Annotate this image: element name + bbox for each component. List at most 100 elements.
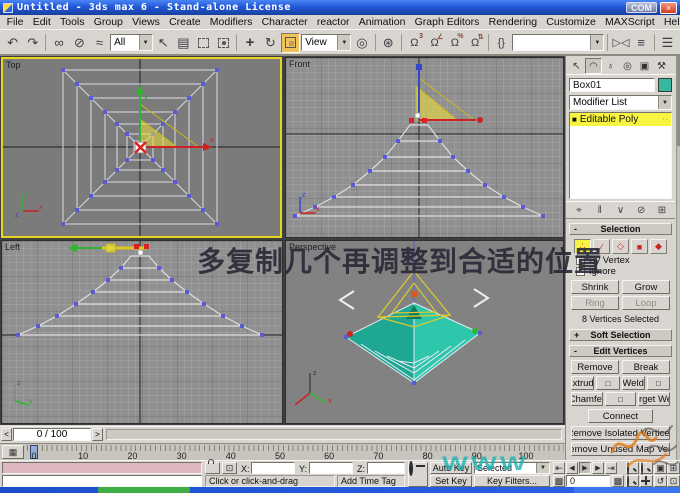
chevron-down-icon[interactable]: ▼ [337, 35, 350, 50]
modifier-list-dropdown[interactable]: Modifier List ▼ [569, 95, 672, 110]
set-key-button[interactable]: Set Key [430, 475, 472, 487]
panel-tab[interactable]: ⚒ [653, 58, 670, 74]
viewport-front[interactable]: Front [285, 57, 564, 238]
menu-item[interactable]: Edit [28, 16, 55, 28]
rollout-soft-selection-header[interactable]: + Soft Selection [569, 329, 672, 341]
select-and-manipulate-button[interactable]: ⊛ [379, 33, 398, 53]
menu-item[interactable]: Customize [542, 16, 601, 28]
window-crossing-toggle[interactable] [214, 33, 233, 53]
remove-button[interactable]: Remove [571, 360, 619, 374]
rect-selection-region-button[interactable] [194, 33, 213, 53]
go-to-start-button[interactable]: ⇤ [553, 462, 565, 474]
y-coord-field[interactable] [309, 462, 353, 474]
weld-button[interactable]: Weld [622, 376, 645, 390]
stack-tool-button[interactable]: ‖ [593, 205, 607, 216]
layers-button[interactable]: ☰ [658, 33, 677, 53]
target-weld-button[interactable]: Target Weld [638, 392, 670, 406]
rollout-selection-header[interactable]: - Selection [569, 223, 672, 235]
undo-button[interactable]: ↶ [3, 33, 22, 53]
menu-item[interactable]: Create [164, 16, 205, 28]
rollout-edit-vertices-header[interactable]: - Edit Vertices [569, 345, 672, 357]
ring-button[interactable]: Ring [571, 296, 619, 310]
menu-item[interactable]: Graph Editors [410, 16, 484, 28]
viewport-top[interactable]: Top [1, 57, 282, 238]
subobject-button[interactable]: ◇ [612, 239, 629, 254]
prev-key-button[interactable]: < [1, 428, 12, 441]
menu-item[interactable]: reactor [312, 16, 354, 28]
chevron-down-icon[interactable]: ▼ [658, 96, 671, 109]
absolute-offset-toggle[interactable]: ⊡ [222, 462, 237, 474]
mini-curve-editor-button[interactable]: ▦ [2, 445, 24, 459]
x-coord-field[interactable] [251, 462, 295, 474]
next-frame-button[interactable]: ▶ [592, 462, 604, 474]
add-time-tag[interactable]: Add Time Tag [337, 475, 405, 487]
maxscript-mini-listener[interactable] [2, 462, 202, 474]
menu-item[interactable]: Animation [354, 16, 410, 28]
z-coord-field[interactable] [367, 462, 405, 474]
spinner-snap-button[interactable]: Ω⇅ [465, 33, 484, 53]
select-by-name-button[interactable]: ▤ [174, 33, 193, 53]
menu-item[interactable]: Help [659, 16, 680, 28]
panel-tab[interactable]: ♁ [602, 58, 619, 74]
selection-lock-toggle[interactable] [205, 462, 220, 474]
subobject-button[interactable]: ■ [631, 239, 648, 254]
snap-toggle-button[interactable]: Ω3 [405, 33, 424, 53]
maxscript-macro-line[interactable] [2, 475, 202, 487]
selection-filter-dropdown[interactable]: All ▼ [110, 34, 152, 51]
stack-tool-button[interactable]: ⊞ [655, 205, 669, 216]
edit-named-selections-button[interactable]: {} [492, 33, 511, 53]
chevron-down-icon[interactable]: ▼ [590, 35, 603, 50]
key-filters-button[interactable]: Key Filters... [474, 475, 550, 487]
set-keys-button[interactable] [408, 462, 428, 487]
select-and-move-button[interactable]: + [240, 33, 259, 53]
chevron-down-icon[interactable]: ▼ [536, 463, 549, 473]
current-frame-field[interactable]: 0 [566, 475, 610, 487]
chamfer-settings-button[interactable]: □ [605, 392, 637, 406]
stack-tool-button[interactable]: ∨ [614, 205, 628, 216]
menu-item[interactable]: Views [127, 16, 164, 28]
key-mode-toggle[interactable]: ▩ [553, 475, 565, 487]
select-and-rotate-button[interactable]: ↻ [261, 33, 280, 53]
percent-snap-button[interactable]: Ω% [445, 33, 464, 53]
named-selection-sets-dropdown[interactable]: ▼ [512, 34, 604, 51]
select-and-link-icon[interactable]: ∞ [49, 33, 68, 53]
menu-item[interactable]: MAXScript [600, 16, 659, 28]
panel-tab[interactable]: ▣ [636, 58, 653, 74]
menu-item[interactable]: Modifiers [205, 16, 257, 28]
menu-item[interactable]: File [2, 16, 28, 28]
next-key-button[interactable]: > [92, 428, 103, 441]
stack-tool-button[interactable]: ⊘ [634, 205, 648, 216]
menu-item[interactable]: Character [257, 16, 312, 28]
extrude-button[interactable]: Extrude [571, 376, 594, 390]
reference-coordsys-dropdown[interactable]: View ▼ [301, 34, 351, 51]
track-bar-groove[interactable] [106, 429, 562, 440]
close-button[interactable]: × [660, 2, 677, 14]
angle-snap-button[interactable]: Ω∠ [425, 33, 444, 53]
extrude-settings-button[interactable]: □ [596, 376, 619, 390]
grow-button[interactable]: Grow [622, 280, 670, 294]
select-object-button[interactable]: ↖ [154, 33, 173, 53]
menu-item[interactable]: Group [89, 16, 127, 28]
shrink-button[interactable]: Shrink [571, 280, 619, 294]
align-button[interactable]: ≡ [632, 33, 651, 53]
stack-tool-button[interactable]: ⌖ [572, 205, 586, 216]
weld-settings-button[interactable]: □ [647, 376, 670, 390]
bind-to-spacewarp-icon[interactable]: ≈ [90, 33, 109, 53]
play-button[interactable]: ▶ [579, 462, 591, 474]
select-and-scale-button[interactable] [281, 33, 300, 53]
object-name-field[interactable]: Box01 [569, 78, 655, 92]
redo-button[interactable]: ↷ [23, 33, 42, 53]
use-pivot-center-button[interactable]: ◎ [352, 33, 371, 53]
break-button[interactable]: Break [622, 360, 670, 374]
menu-item[interactable]: Rendering [484, 16, 542, 28]
object-color-swatch[interactable] [658, 78, 672, 92]
chevron-down-icon[interactable]: ▼ [139, 35, 152, 50]
panel-tab[interactable]: ◠ [585, 58, 602, 74]
loop-button[interactable]: Loop [622, 296, 670, 310]
panel-tab[interactable]: ◎ [619, 58, 636, 74]
mirror-button[interactable]: ▷◁ [611, 33, 630, 53]
chamfer-button[interactable]: Chamfer [571, 392, 603, 406]
panel-tab[interactable]: ↖ [568, 58, 585, 74]
panel-scrollbar[interactable] [676, 56, 680, 460]
menu-item[interactable]: Tools [55, 16, 89, 28]
